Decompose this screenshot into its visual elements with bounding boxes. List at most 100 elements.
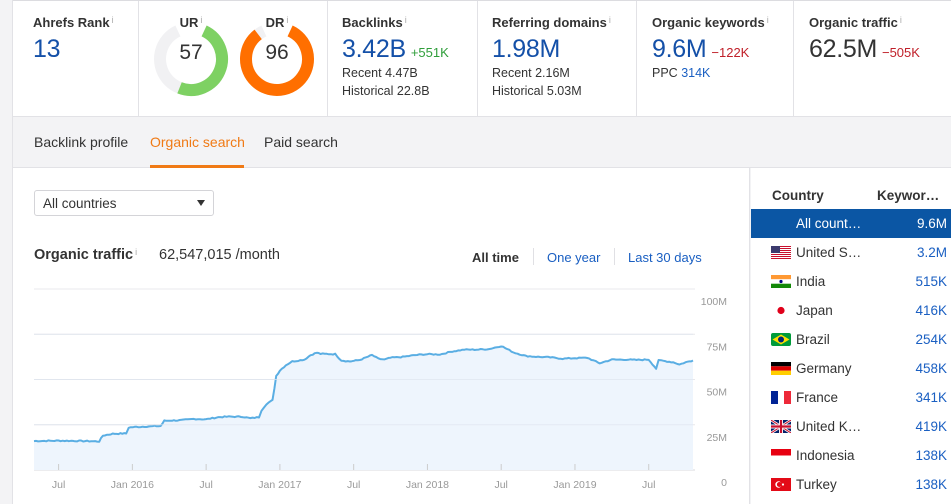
- organic-traffic-panel: All countries Organic traffic i 62,547,01…: [13, 168, 750, 504]
- flag-france-icon: [771, 391, 791, 404]
- backlinks-label: Backlinks: [342, 15, 403, 30]
- country-keywords-value[interactable]: 3.2M: [917, 245, 947, 260]
- info-icon[interactable]: i: [900, 15, 902, 25]
- country-keywords-value[interactable]: 416K: [915, 303, 947, 318]
- y-tick-label: 0: [721, 477, 727, 489]
- country-row[interactable]: United S… 3.2M: [751, 238, 951, 267]
- country-row[interactable]: United K… 419K: [751, 412, 951, 441]
- referring-domains-value[interactable]: 1.98M: [492, 35, 636, 64]
- country-keywords-value[interactable]: 9.6M: [917, 216, 947, 231]
- metric-ahrefs-rank: Ahrefs Rank i 13: [13, 1, 139, 117]
- info-icon[interactable]: i: [405, 15, 407, 25]
- x-tick-label: Jul: [642, 479, 655, 491]
- y-tick-label: 100M: [701, 296, 727, 308]
- x-tick-label: Jul: [347, 479, 360, 491]
- flag-brazil-icon: [771, 333, 791, 346]
- ur-gauge[interactable]: UR i 57: [153, 15, 229, 96]
- x-tick-label: Jul: [52, 479, 65, 491]
- country-keywords-value[interactable]: 458K: [915, 361, 947, 376]
- ur-value: 57: [179, 41, 203, 64]
- x-tick-label: Jan 2017: [258, 479, 301, 491]
- section-tabs: Backlink profile Organic search Paid sea…: [13, 117, 951, 168]
- tab-backlink-profile[interactable]: Backlink profile: [34, 134, 128, 150]
- info-icon[interactable]: i: [767, 15, 769, 25]
- country-name: Japan: [796, 303, 833, 318]
- country-row[interactable]: India 515K: [751, 267, 951, 296]
- country-column-header[interactable]: Country: [772, 188, 824, 203]
- referring-domains-recent: Recent 2.16M: [492, 66, 570, 80]
- country-name: Germany: [796, 361, 852, 376]
- y-tick-label: 75M: [707, 341, 727, 353]
- country-name: Indonesia: [796, 448, 855, 463]
- flag-japan-icon: [771, 304, 791, 317]
- dr-label: DR: [265, 15, 285, 30]
- info-icon[interactable]: i: [609, 15, 611, 25]
- country-name: France: [796, 390, 839, 405]
- organic-traffic-label: Organic traffic: [809, 15, 898, 30]
- metric-organic-traffic: Organic traffic i 62.5M −505K: [794, 1, 951, 117]
- country-keywords-value[interactable]: 341K: [915, 390, 947, 405]
- organic-traffic-chart[interactable]: 100M 75M 50M 25M 0 Jul Jan 2016 Jul Jan 2017 Jul J…: [13, 168, 750, 504]
- keywords-column-header[interactable]: Keywor…: [877, 188, 939, 203]
- country-keywords-value[interactable]: 254K: [915, 332, 947, 347]
- country-name: Turkey: [796, 477, 837, 492]
- country-name: United K…: [796, 419, 862, 434]
- ahrefs-rank-label: Ahrefs Rank: [33, 15, 110, 30]
- organic-traffic-value: 62.5M: [809, 35, 877, 63]
- backlinks-delta: +551K: [410, 45, 449, 60]
- country-row[interactable]: France 341K: [751, 383, 951, 412]
- metric-ur-dr: UR i 57 DR i 96: [139, 1, 328, 117]
- flag-uk-icon: [771, 420, 791, 433]
- flag-us-icon: [771, 246, 791, 259]
- tab-organic-search[interactable]: Organic search: [150, 134, 245, 150]
- x-tick-label: Jan 2019: [553, 479, 596, 491]
- info-icon[interactable]: i: [200, 15, 202, 25]
- ur-label: UR: [179, 15, 199, 30]
- organic-keywords-delta: −122K: [711, 45, 750, 60]
- organic-keywords-value[interactable]: 9.6M: [652, 35, 707, 63]
- country-name: United S…: [796, 245, 862, 260]
- backlinks-historical: Historical 22.8B: [342, 84, 430, 98]
- ppc-label: PPC: [652, 66, 678, 80]
- country-keywords-value[interactable]: 138K: [915, 477, 947, 492]
- x-tick-label: Jan 2016: [111, 479, 154, 491]
- metric-referring-domains: Referring domains i 1.98M Recent 2.16M Hi…: [478, 1, 637, 117]
- metric-organic-keywords: Organic keywords i 9.6M −122K PPC 314K: [637, 1, 794, 117]
- tab-paid-search[interactable]: Paid search: [264, 134, 338, 150]
- country-row[interactable]: Indonesia 138K: [751, 441, 951, 470]
- info-icon[interactable]: i: [286, 15, 288, 25]
- organic-traffic-delta: −505K: [881, 45, 920, 60]
- x-tick-label: Jul: [494, 479, 507, 491]
- country-name: All count…: [796, 216, 862, 231]
- country-keywords-value[interactable]: 138K: [915, 448, 947, 463]
- country-name: India: [796, 274, 826, 289]
- country-row[interactable]: Brazil 254K: [751, 325, 951, 354]
- traffic-area: [34, 346, 693, 470]
- backlinks-value[interactable]: 3.42B: [342, 35, 406, 63]
- dr-value: 96: [265, 41, 289, 64]
- flag-india-icon: [771, 275, 791, 288]
- metrics-bar: Ahrefs Rank i 13 UR i 57 DR i 96 Backlinks i…: [13, 0, 951, 117]
- x-tick-label: Jul: [199, 479, 212, 491]
- dr-gauge[interactable]: DR i 96: [239, 15, 315, 96]
- y-tick-label: 50M: [707, 387, 727, 399]
- country-row[interactable]: Japan 416K: [751, 296, 951, 325]
- country-row[interactable]: All count… 9.6M: [751, 209, 951, 238]
- country-keywords-value[interactable]: 419K: [915, 419, 947, 434]
- x-tick-label: Jan 2018: [406, 479, 449, 491]
- country-table: Country Keywor… All count… 9.6M United S… 3…: [751, 168, 951, 504]
- ahrefs-rank-value[interactable]: 13: [33, 35, 138, 64]
- country-name: Brazil: [796, 332, 830, 347]
- country-row[interactable]: Germany 458K: [751, 354, 951, 383]
- ahrefs-site-explorer-overview: Ahrefs Rank i 13 UR i 57 DR i 96 Backlinks i…: [0, 0, 951, 504]
- backlinks-recent: Recent 4.47B: [342, 66, 418, 80]
- referring-domains-label: Referring domains: [492, 15, 607, 30]
- ppc-value[interactable]: 314K: [681, 66, 710, 80]
- country-keywords-value[interactable]: 515K: [915, 274, 947, 289]
- organic-keywords-label: Organic keywords: [652, 15, 765, 30]
- country-row[interactable]: Turkey 138K: [751, 470, 951, 499]
- info-icon[interactable]: i: [112, 15, 114, 25]
- left-gutter: [0, 0, 13, 504]
- flag-germany-icon: [771, 362, 791, 375]
- y-tick-label: 25M: [707, 432, 727, 444]
